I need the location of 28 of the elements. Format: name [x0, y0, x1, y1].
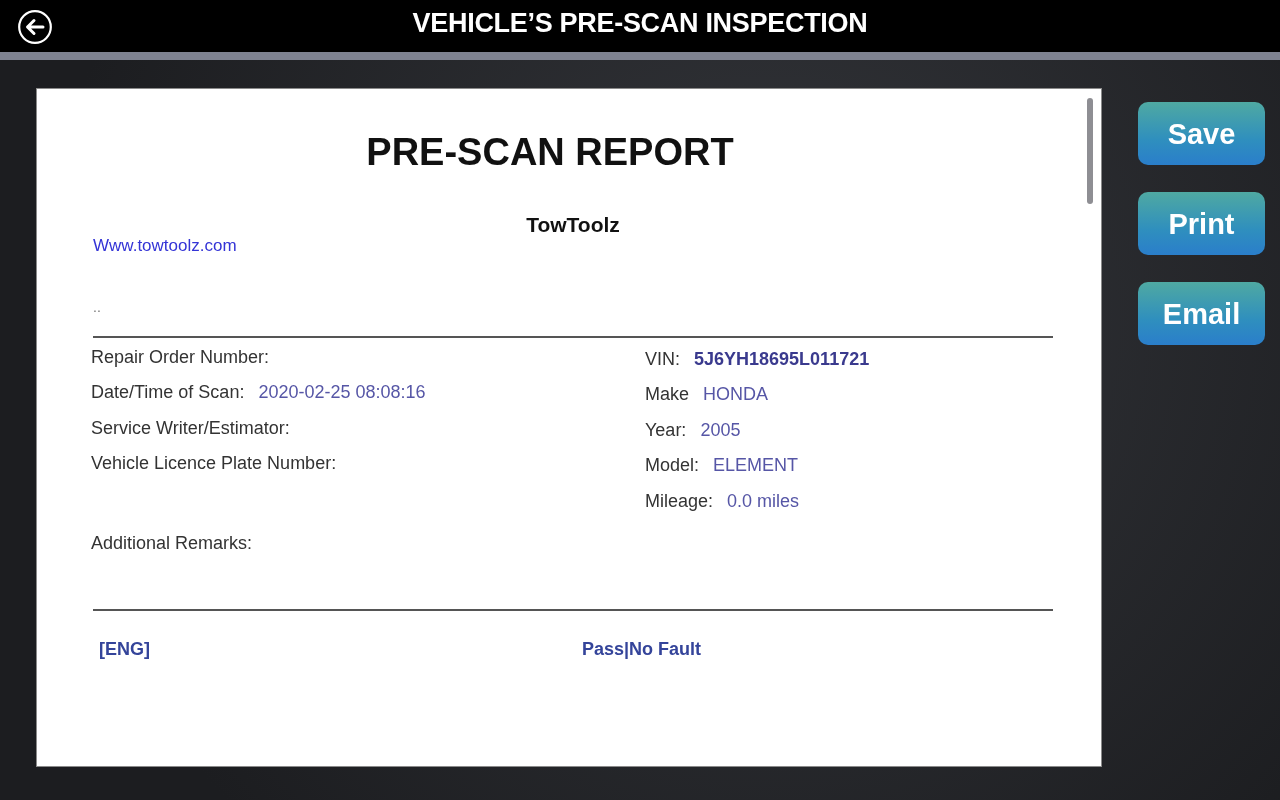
note-text: .. [93, 299, 101, 315]
back-icon[interactable] [18, 10, 52, 44]
company-name: TowToolz [526, 214, 620, 236]
action-button[interactable]: Email [1138, 282, 1265, 345]
field-value: 5J6YH18695L011721 [694, 347, 870, 371]
field-value: ELEMENT [713, 454, 799, 478]
screen-title: VEHICLE’S PRE-SCAN INSPECTION [412, 7, 868, 40]
action-button[interactable]: Print [1138, 192, 1265, 255]
scrollbar-thumb[interactable] [1087, 98, 1093, 204]
system-code: [ENG] [99, 637, 150, 661]
field-label: Mileage: [645, 489, 714, 513]
field-label: Additional Remarks: [91, 532, 253, 555]
field-value: HONDA [703, 383, 769, 407]
field-label: Vehicle Licence Plate Number: [91, 452, 337, 476]
field-label: Model: [645, 454, 700, 478]
website-link[interactable]: Www.towtoolz.com [93, 236, 237, 256]
field-value: 2020-02-25 08:08:16 [258, 381, 426, 405]
report-title: PRE-SCAN REPORT [366, 130, 734, 174]
field-value: 2005 [700, 418, 741, 442]
field-label: Year: [645, 418, 687, 442]
status-text: Pass|No Fault [582, 637, 702, 661]
action-button[interactable]: Save [1138, 102, 1265, 165]
field-label: Service Writer/Estimator: [91, 416, 290, 440]
field-label: VIN: [645, 347, 680, 371]
field-label: Repair Order Number: [91, 345, 270, 369]
field-label: Make [645, 383, 689, 407]
field-value: 0.0 miles [727, 489, 800, 513]
field-label: Date/Time of Scan: [91, 381, 245, 405]
